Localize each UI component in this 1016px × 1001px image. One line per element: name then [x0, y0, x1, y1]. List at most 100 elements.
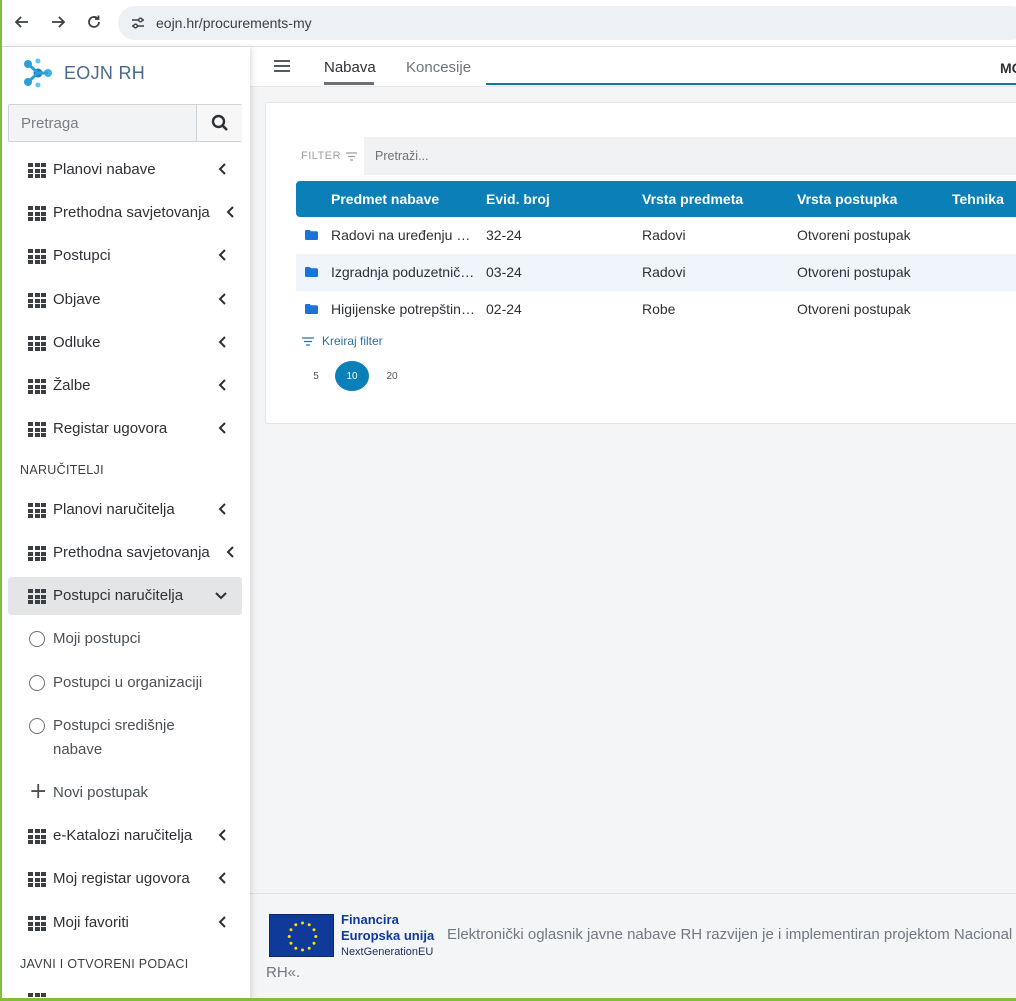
cell-type: Radovi	[642, 227, 686, 243]
column-header-subject[interactable]: Predmet nabave	[331, 191, 439, 207]
chevron-left-icon	[218, 829, 226, 841]
page-size-10[interactable]: 10	[335, 361, 369, 391]
sidebar-item-label: Registar ugovora	[53, 420, 168, 437]
tab-koncesije[interactable]: Koncesije	[406, 59, 471, 76]
grid-icon	[28, 249, 46, 265]
folder-icon	[305, 304, 318, 314]
chevron-left-icon	[218, 422, 226, 434]
table-row[interactable]: Izgradnja poduzetnič… 03-24 Radovi Otvor…	[296, 254, 1016, 291]
filter-icon	[346, 151, 358, 161]
back-arrow-icon[interactable]	[11, 11, 33, 33]
sidebar-subitem-moji-postupci[interactable]: Moji postupci	[8, 620, 242, 658]
grid-icon	[28, 916, 46, 932]
column-header-number[interactable]: Evid. broj	[486, 191, 550, 207]
sidebar-subitem-postupci-u-organizaciji[interactable]: Postupci u organizaciji	[8, 664, 242, 702]
footer-description-continued: RH«.	[266, 964, 301, 981]
grid-icon	[28, 546, 46, 562]
sidebar: EOJN RH Planovi nabave Prethodna savjeto…	[0, 47, 250, 1001]
window-frame-left	[0, 0, 2, 1001]
filter-label[interactable]: FILTER	[301, 150, 358, 162]
cell-procedure: Otvoreni postupak	[797, 264, 911, 280]
sidebar-item-zalbe[interactable]: Žalbe	[8, 367, 242, 405]
sidebar-item-e-katalozi[interactable]: e-Katalozi naručitelja	[8, 817, 242, 855]
chevron-left-icon	[226, 546, 234, 558]
chevron-left-icon	[218, 916, 226, 928]
logo[interactable]: EOJN RH	[22, 57, 145, 89]
chevron-left-icon	[218, 379, 226, 391]
cell-subject: Radovi na uređenju n…	[331, 227, 476, 243]
procurements-card: FILTER Predmet nabave Evid. broj Vrsta p…	[265, 102, 1016, 424]
table-row[interactable]: Higijenske potrepštin… 02-24 Robe Otvore…	[296, 291, 1016, 328]
filter-icon	[302, 336, 314, 346]
new-procedure-button[interactable]: + Novi postupak	[8, 774, 242, 812]
chevron-left-icon	[218, 336, 226, 348]
sidebar-item-label: Prethodna savjetovanja	[53, 544, 210, 561]
sidebar-item-label: Moji favoriti	[53, 914, 129, 931]
chevron-left-icon	[218, 249, 226, 261]
reload-icon[interactable]	[83, 11, 105, 33]
cell-procedure: Otvoreni postupak	[797, 227, 911, 243]
grid-icon	[28, 379, 46, 395]
plus-icon: +	[29, 779, 48, 804]
grid-icon	[28, 163, 46, 179]
cell-subject: Higijenske potrepštin…	[331, 301, 475, 317]
sidebar-item-postupci[interactable]: Postupci	[8, 237, 242, 275]
tab-divider-line	[486, 83, 1016, 85]
search-input[interactable]	[9, 105, 197, 141]
column-header-technique[interactable]: Tehnika	[952, 191, 1004, 207]
circle-icon	[29, 675, 45, 691]
sidebar-subitem-label: Postupci središnje	[53, 717, 175, 734]
grid-icon	[28, 829, 46, 845]
url-text[interactable]: eojn.hr/procurements-my	[156, 15, 312, 31]
sidebar-item-registar-ugovora[interactable]: Registar ugovora	[8, 410, 242, 448]
circle-icon	[29, 718, 45, 734]
table-search-input[interactable]	[364, 137, 1016, 175]
top-tabs-bar: Nabava Koncesije MC	[250, 47, 1016, 87]
eu-funding-line1: Financira	[341, 912, 399, 927]
column-header-type[interactable]: Vrsta predmeta	[642, 191, 743, 207]
folder-icon	[305, 267, 318, 277]
tab-nabava[interactable]: Nabava	[324, 59, 376, 76]
sidebar-item-prethodna-savjetovanja-narucitelja[interactable]: Prethodna savjetovanja	[8, 534, 242, 572]
top-right-menu[interactable]: MC	[1000, 60, 1016, 76]
grid-icon	[28, 206, 46, 222]
chevron-down-icon	[215, 592, 227, 600]
logo-text: EOJN RH	[64, 62, 146, 83]
eojn-logo-icon	[24, 58, 52, 88]
sidebar-item-planovi-narucitelja[interactable]: Planovi naručitelja	[8, 491, 242, 529]
page-size-20[interactable]: 20	[375, 361, 409, 391]
sidebar-item-prethodna-savjetovanja[interactable]: Prethodna savjetovanja	[8, 194, 242, 232]
page-size-5[interactable]: 5	[299, 361, 333, 391]
cell-number: 03-24	[486, 264, 522, 280]
sidebar-subitem-postupci-sredisnje-nabave[interactable]: Postupci središnje nabave	[8, 707, 242, 767]
address-bar[interactable]: eojn.hr/procurements-my	[118, 6, 1016, 40]
search-button[interactable]	[196, 105, 242, 141]
hamburger-menu-icon[interactable]	[274, 60, 290, 72]
sidebar-item-moj-registar-ugovora[interactable]: Moj registar ugovora	[8, 860, 242, 898]
tab-active-indicator	[324, 82, 374, 85]
table-header: Predmet nabave Evid. broj Vrsta predmeta…	[296, 181, 1016, 217]
filter-label-text: FILTER	[301, 150, 342, 162]
section-title-narucitelji: NARUČITELJI	[20, 463, 104, 477]
create-filter-link[interactable]: Kreiraj filter	[302, 334, 383, 348]
sidebar-search	[8, 104, 242, 142]
cell-number: 02-24	[486, 301, 522, 317]
sidebar-item-moji-favoriti[interactable]: Moji favoriti	[8, 904, 242, 942]
sidebar-item-odluke[interactable]: Odluke	[8, 324, 242, 362]
grid-icon	[28, 336, 46, 352]
sidebar-item-label: Objave	[53, 291, 101, 308]
sidebar-item-objave[interactable]: Objave	[8, 281, 242, 319]
eu-funding-line2: Europska unija	[341, 928, 435, 943]
forward-arrow-icon[interactable]	[47, 11, 69, 33]
site-settings-icon[interactable]	[130, 15, 146, 31]
eu-flag-icon	[269, 914, 334, 957]
sidebar-item-planovi-nabave[interactable]: Planovi nabave	[8, 151, 242, 189]
table-row[interactable]: Radovi na uređenju n… 32-24 Radovi Otvor…	[296, 217, 1016, 254]
grid-icon	[28, 503, 46, 519]
sidebar-item-label: Moj registar ugovora	[53, 870, 190, 887]
sidebar-item-label: e-Katalozi naručitelja	[53, 827, 193, 844]
sidebar-item-label: Planovi naručitelja	[53, 501, 175, 518]
sidebar-subitem-label: Moji postupci	[53, 630, 141, 647]
column-header-procedure[interactable]: Vrsta postupka	[797, 191, 897, 207]
sidebar-item-postupci-narucitelja[interactable]: Postupci naručitelja	[8, 577, 242, 615]
